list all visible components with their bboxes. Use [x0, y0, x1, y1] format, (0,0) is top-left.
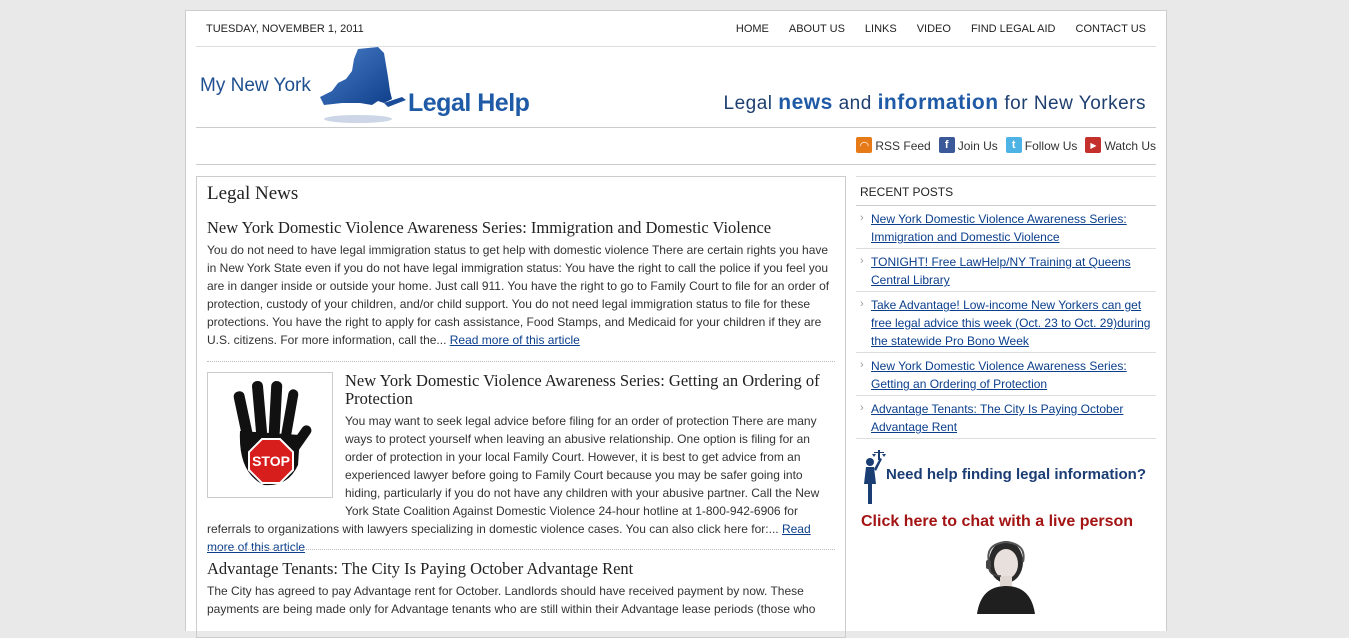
nav-home[interactable]: HOME [736, 23, 769, 35]
live-chat-link[interactable]: Click here to chat with a live person [861, 513, 1133, 531]
article-body: The City has agreed to pay Advantage ren… [207, 584, 816, 616]
stop-hand-icon: STOP [233, 381, 312, 486]
recent-post-link[interactable]: Advantage Tenants: The City Is Paying Oc… [871, 402, 1123, 434]
rss-icon: ◠ [856, 137, 873, 153]
article-excerpt: The City has agreed to pay Advantage ren… [207, 582, 837, 618]
facebook-link[interactable]: f Join Us [938, 137, 998, 153]
article-divider [207, 549, 835, 550]
divider [196, 164, 1156, 165]
recent-post-link[interactable]: TONIGHT! Free LawHelp/NY Training at Que… [871, 255, 1131, 287]
twitter-link[interactable]: t Follow Us [1005, 137, 1078, 153]
youtube-link[interactable]: ▶ Watch Us [1085, 137, 1156, 153]
tagline-part: for New Yorkers [998, 93, 1146, 114]
tagline-information: information [877, 91, 999, 114]
stop-hand-image[interactable]: STOP [207, 372, 333, 498]
recent-post-link[interactable]: Take Advantage! Low-income New Yorkers c… [871, 298, 1150, 348]
site-header: My New York Legal Help Legal news and in… [196, 47, 1156, 128]
nav-video[interactable]: VIDEO [917, 23, 951, 35]
logo-text-my-new-york: My New York [200, 75, 311, 96]
recent-post-link[interactable]: New York Domestic Violence Awareness Ser… [871, 212, 1127, 244]
list-item: New York Domestic Violence Awareness Ser… [856, 353, 1156, 396]
current-date: TUESDAY, NOVEMBER 1, 2011 [206, 23, 364, 35]
recent-posts-title: RECENT POSTS [856, 176, 1156, 206]
chat-agent-avatar[interactable] [971, 534, 1041, 614]
youtube-label: Watch Us [1104, 139, 1156, 153]
page-container: TUESDAY, NOVEMBER 1, 2011 HOME ABOUT US … [185, 10, 1167, 638]
site-logo[interactable]: My New York Legal Help [200, 47, 550, 127]
main-nav: HOME ABOUT US LINKS VIDEO FIND LEGAL AID… [736, 23, 1146, 35]
list-item: TONIGHT! Free LawHelp/NY Training at Que… [856, 249, 1156, 292]
need-help-text: Need help finding legal information? [886, 466, 1147, 483]
logo-text-legal-help: Legal Help [408, 89, 530, 117]
article-divider [207, 361, 835, 362]
read-more-link[interactable]: Read more of this article [450, 333, 580, 347]
list-item: Advantage Tenants: The City Is Paying Oc… [856, 396, 1156, 439]
legal-news-panel: Legal News New York Domestic Violence Aw… [196, 176, 846, 638]
tagline-news: news [778, 91, 833, 114]
article-excerpt: You do not need to have legal immigratio… [207, 241, 837, 349]
sidebar: RECENT POSTS New York Domestic Violence … [856, 176, 1156, 614]
article-item: STOP New York Domestic Violence Awarenes… [207, 372, 837, 556]
youtube-icon: ▶ [1085, 137, 1102, 153]
section-title: Legal News [207, 183, 299, 204]
recent-post-link[interactable]: New York Domestic Violence Awareness Ser… [871, 359, 1127, 391]
article-item: New York Domestic Violence Awareness Ser… [207, 219, 837, 349]
list-item: New York Domestic Violence Awareness Ser… [856, 206, 1156, 249]
nav-about-us[interactable]: ABOUT US [789, 23, 845, 35]
nav-links[interactable]: LINKS [865, 23, 897, 35]
tagline-part: Legal [723, 93, 779, 114]
need-help-banner[interactable]: Need help finding legal information? [856, 444, 1156, 504]
site-tagline: Legal news and information for New Yorke… [724, 91, 1146, 115]
stop-sign-text: STOP [252, 453, 290, 469]
article-body: You do not need to have legal immigratio… [207, 243, 830, 347]
list-item: Take Advantage! Low-income New Yorkers c… [856, 292, 1156, 353]
recent-posts-list: New York Domestic Violence Awareness Ser… [856, 206, 1156, 439]
lady-justice-icon [864, 450, 886, 504]
twitter-label: Follow Us [1024, 139, 1078, 153]
article-title[interactable]: New York Domestic Violence Awareness Ser… [207, 219, 837, 237]
rss-label: RSS Feed [875, 139, 931, 153]
top-bar: TUESDAY, NOVEMBER 1, 2011 HOME ABOUT US … [196, 11, 1156, 47]
twitter-icon: t [1005, 137, 1022, 153]
facebook-icon: f [938, 137, 955, 153]
article-title[interactable]: Advantage Tenants: The City Is Paying Oc… [207, 560, 837, 578]
new-york-state-map-icon [320, 47, 406, 123]
rss-feed-link[interactable]: ◠ RSS Feed [856, 137, 931, 153]
tagline-part: and [832, 93, 878, 114]
facebook-label: Join Us [957, 139, 998, 153]
social-links: ◠ RSS Feed f Join Us t Follow Us ▶ Watch… [852, 137, 1156, 153]
article-item: Advantage Tenants: The City Is Paying Oc… [207, 560, 837, 618]
nav-find-legal-aid[interactable]: FIND LEGAL AID [971, 23, 1056, 35]
nav-contact-us[interactable]: CONTACT US [1076, 23, 1147, 35]
